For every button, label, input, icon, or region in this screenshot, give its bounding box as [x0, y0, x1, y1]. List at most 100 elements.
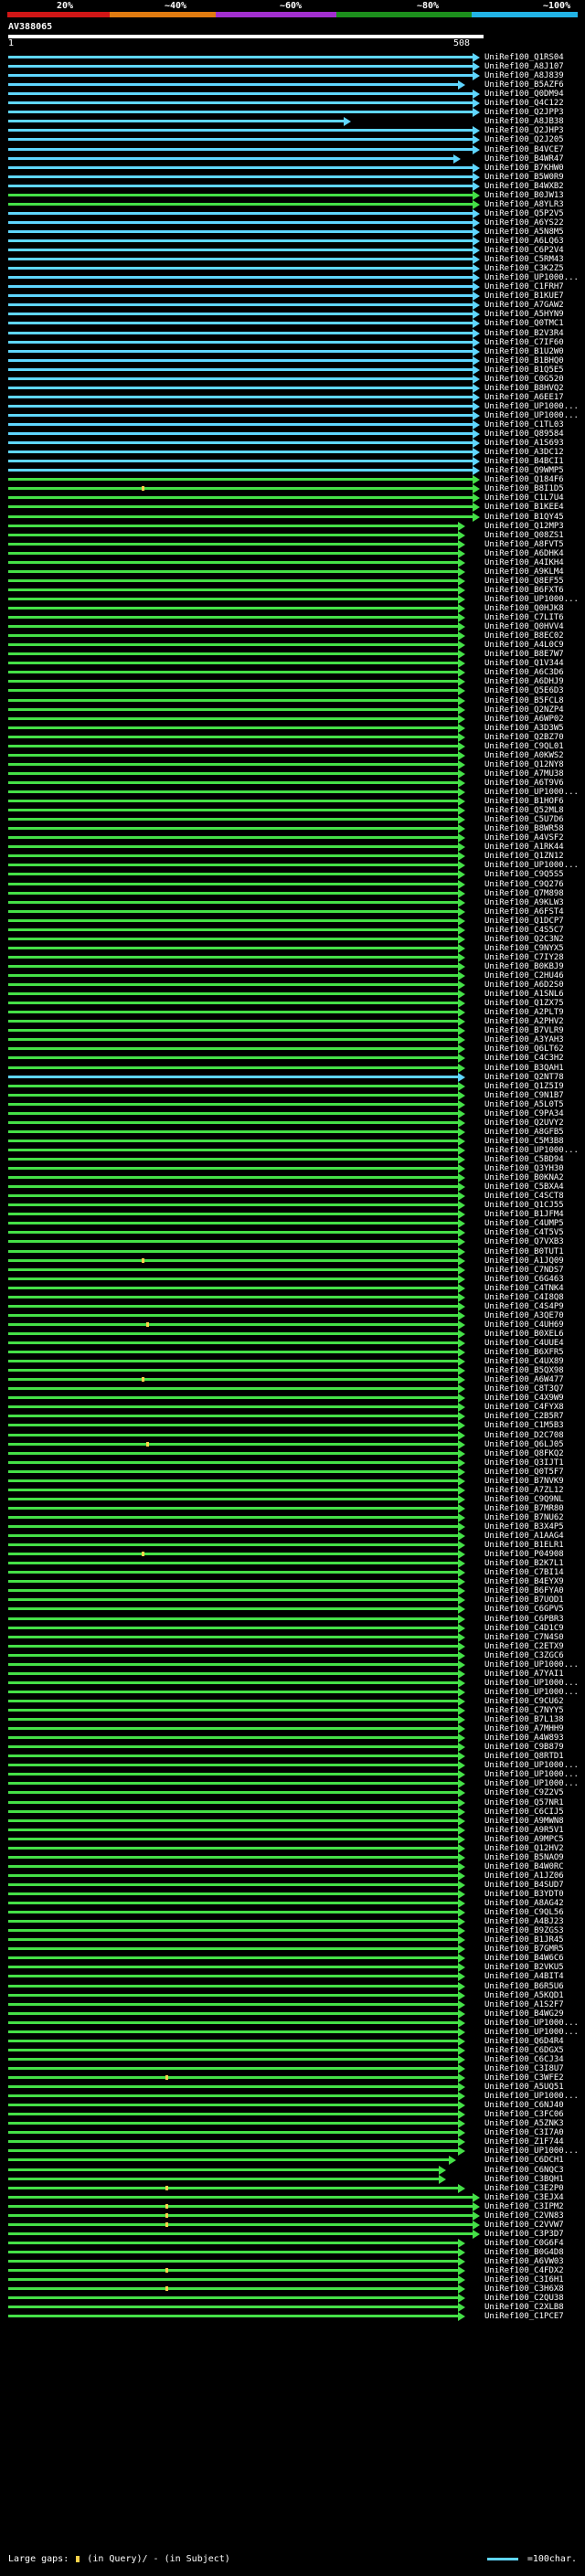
hit-row[interactable]: UniRef100_A9KLM4 — [0, 567, 585, 577]
hit-alignment-bar[interactable] — [8, 560, 458, 564]
hit-label-link[interactable]: UniRef100_B7L138 — [484, 1715, 564, 1724]
hit-alignment-bar[interactable] — [8, 2002, 458, 2006]
hit-alignment-bar[interactable] — [8, 358, 473, 362]
hit-alignment-bar[interactable] — [8, 873, 458, 876]
hit-label-link[interactable]: UniRef100_A6DHK4 — [484, 549, 564, 558]
hit-label-link[interactable]: UniRef100_Q2NT78 — [484, 1073, 564, 1082]
hit-label-link[interactable]: UniRef100_C4I8Q8 — [484, 1293, 564, 1302]
hit-label-link[interactable]: UniRef100_UP1000... — [484, 1761, 579, 1770]
hit-row[interactable]: UniRef100_B1BHQ0 — [0, 355, 585, 366]
hit-label-link[interactable]: UniRef100_C3K2Z5 — [484, 264, 564, 273]
hit-row[interactable]: UniRef100_Q1CJ55 — [0, 1201, 585, 1211]
hit-alignment-bar[interactable] — [8, 726, 458, 729]
hit-label-link[interactable]: UniRef100_C7NYY5 — [484, 1706, 564, 1715]
hit-row[interactable]: UniRef100_UP1000... — [0, 2027, 585, 2037]
hit-label-link[interactable]: UniRef100_B0KBJ9 — [484, 962, 564, 971]
hit-label-link[interactable]: UniRef100_Q1DCP7 — [484, 917, 564, 926]
hit-row[interactable]: UniRef100_Q0DM94 — [0, 90, 585, 100]
hit-row[interactable]: UniRef100_A8AG42 — [0, 1899, 585, 1909]
hit-row[interactable]: UniRef100_A9R5V1 — [0, 1825, 585, 1835]
hit-label-link[interactable]: UniRef100_C0G6F4 — [484, 2239, 564, 2248]
hit-alignment-bar[interactable] — [8, 780, 458, 784]
hit-row[interactable]: UniRef100_A6D2S0 — [0, 981, 585, 991]
hit-row[interactable]: UniRef100_C8T3Q7 — [0, 1384, 585, 1394]
hit-alignment-bar[interactable] — [8, 211, 473, 215]
hit-row[interactable]: UniRef100_C3WFE2 — [0, 2073, 585, 2083]
hit-row[interactable]: UniRef100_B0XEL6 — [0, 1329, 585, 1339]
hit-row[interactable]: UniRef100_A8JB38 — [0, 117, 585, 127]
hit-alignment-bar[interactable] — [8, 616, 458, 620]
hit-label-link[interactable]: UniRef100_Q2JPP3 — [484, 108, 564, 117]
hit-label-link[interactable]: UniRef100_A9MWN8 — [484, 1817, 564, 1826]
hit-alignment-bar[interactable] — [8, 1864, 458, 1868]
hit-label-link[interactable]: UniRef100_A4BJ23 — [484, 1917, 564, 1926]
hit-row[interactable]: UniRef100_C4I8Q8 — [0, 1292, 585, 1302]
hit-label-link[interactable]: UniRef100_Q6LT62 — [484, 1044, 564, 1054]
hit-alignment-bar[interactable] — [8, 1506, 458, 1510]
hit-row[interactable]: UniRef100_B0KBJ9 — [0, 961, 585, 971]
hit-row[interactable]: UniRef100_Q7VXB3 — [0, 1237, 585, 1247]
hit-label-link[interactable]: UniRef100_B2K7L1 — [484, 1559, 564, 1568]
hit-label-link[interactable]: UniRef100_B4WR47 — [484, 154, 564, 164]
hit-row[interactable]: UniRef100_A2PLT9 — [0, 1008, 585, 1018]
hit-row[interactable]: UniRef100_C3E2P0 — [0, 2183, 585, 2193]
hit-row[interactable]: UniRef100_B8EC02 — [0, 631, 585, 641]
hit-alignment-bar[interactable] — [8, 937, 458, 940]
hit-alignment-bar[interactable] — [8, 1818, 458, 1822]
hit-alignment-bar[interactable] — [8, 1690, 458, 1693]
hit-row[interactable]: UniRef100_C7IF60 — [0, 337, 585, 347]
hit-label-link[interactable]: UniRef100_Q6D4R4 — [484, 2037, 564, 2046]
hit-label-link[interactable]: UniRef100_C4S4P9 — [484, 1302, 564, 1311]
hit-alignment-bar[interactable] — [8, 634, 458, 638]
hit-label-link[interactable]: UniRef100_C6PBR3 — [484, 1615, 564, 1624]
hit-label-link[interactable]: UniRef100_B9ZGS3 — [484, 1926, 564, 1935]
hit-label-link[interactable]: UniRef100_B6R5U6 — [484, 1982, 564, 1991]
hit-row[interactable]: UniRef100_A8YLR3 — [0, 199, 585, 209]
hit-alignment-bar[interactable] — [8, 340, 473, 344]
hit-row[interactable]: UniRef100_C9Q9NL — [0, 1494, 585, 1504]
hit-alignment-bar[interactable] — [8, 1488, 458, 1491]
hit-row[interactable]: UniRef100_C4UH69 — [0, 1320, 585, 1330]
hit-row[interactable]: UniRef100_Q0HJK8 — [0, 604, 585, 613]
hit-row[interactable]: UniRef100_A1S693 — [0, 439, 585, 449]
hit-label-link[interactable]: UniRef100_A4L0C9 — [484, 641, 564, 650]
hit-label-link[interactable]: UniRef100_B4W0RC — [484, 1862, 564, 1871]
hit-row[interactable]: UniRef100_C9PA34 — [0, 1108, 585, 1118]
hit-row[interactable]: UniRef100_B3X4P5 — [0, 1522, 585, 1532]
hit-row[interactable]: UniRef100_A6W477 — [0, 1375, 585, 1385]
hit-row[interactable]: UniRef100_D2C708 — [0, 1430, 585, 1440]
hit-label-link[interactable]: UniRef100_A1SNL6 — [484, 990, 564, 999]
hit-row[interactable]: UniRef100_B3QAH1 — [0, 1063, 585, 1073]
hit-alignment-bar[interactable] — [8, 809, 458, 812]
hit-row[interactable]: UniRef100_P04908 — [0, 1550, 585, 1560]
hit-row[interactable]: UniRef100_C5BD94 — [0, 1155, 585, 1164]
hit-row[interactable]: UniRef100_B0JW13 — [0, 190, 585, 200]
hit-row[interactable]: UniRef100_Q1DCP7 — [0, 916, 585, 926]
hit-row[interactable]: UniRef100_A6FST4 — [0, 906, 585, 917]
hit-row[interactable]: UniRef100_B1KEE4 — [0, 503, 585, 513]
hit-label-link[interactable]: UniRef100_C9Z2V5 — [484, 1788, 564, 1797]
hit-row[interactable]: UniRef100_C4C3H2 — [0, 1054, 585, 1064]
hit-alignment-bar[interactable] — [8, 1580, 458, 1584]
hit-row[interactable]: UniRef100_Q2NZP4 — [0, 705, 585, 715]
hit-label-link[interactable]: UniRef100_B8EC02 — [484, 631, 564, 641]
hit-label-link[interactable]: UniRef100_A1JQ09 — [484, 1256, 564, 1266]
hit-alignment-bar[interactable] — [8, 1231, 458, 1235]
hit-label-link[interactable]: UniRef100_B8I1D5 — [484, 484, 564, 493]
hit-alignment-bar[interactable] — [8, 147, 473, 151]
hit-alignment-bar[interactable] — [8, 845, 458, 849]
hit-row[interactable]: UniRef100_C1TL03 — [0, 420, 585, 429]
hit-row[interactable]: UniRef100_B5FCL8 — [0, 695, 585, 705]
hit-row[interactable]: UniRef100_C4UUE4 — [0, 1339, 585, 1348]
hit-label-link[interactable]: UniRef100_Q5E6D3 — [484, 686, 564, 695]
hit-label-link[interactable]: UniRef100_C5M3B8 — [484, 1137, 564, 1146]
hit-alignment-bar[interactable] — [8, 129, 473, 133]
hit-alignment-bar[interactable] — [8, 83, 458, 87]
hit-label-link[interactable]: UniRef100_A8FVT5 — [484, 540, 564, 549]
hit-label-link[interactable]: UniRef100_A7MHH9 — [484, 1724, 564, 1733]
hit-label-link[interactable]: UniRef100_UP1000... — [484, 788, 579, 797]
hit-row[interactable]: UniRef100_UP1000... — [0, 861, 585, 871]
hit-alignment-bar[interactable] — [8, 2260, 458, 2263]
hit-alignment-bar[interactable] — [8, 1341, 458, 1344]
hit-row[interactable]: UniRef100_Q52ML8 — [0, 806, 585, 816]
